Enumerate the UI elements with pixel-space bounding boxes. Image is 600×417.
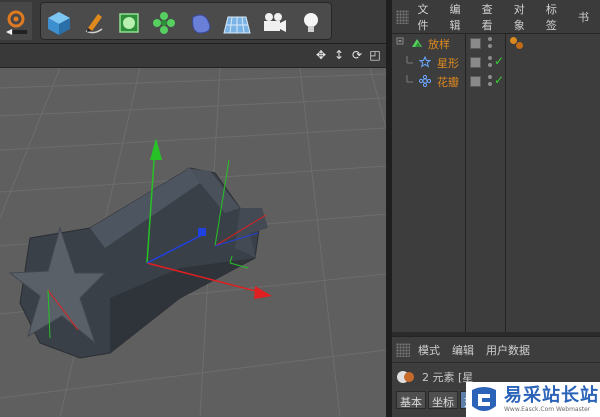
multi-select-icon: [397, 371, 414, 383]
enabled-check-icon[interactable]: ✓: [494, 54, 504, 68]
cloner-icon: [153, 12, 175, 34]
main-toolbar: [0, 0, 390, 44]
viewport-header: ✥ ↕ ⟳ ◰: [0, 44, 386, 68]
viewport-perspective[interactable]: ✥ ↕ ⟳ ◰: [0, 44, 386, 417]
cube-icon: [48, 12, 70, 35]
watermark-url: Www.Easck.Com Webmaster: [504, 406, 591, 413]
menu-edit[interactable]: 编辑: [452, 342, 474, 358]
tree-line-icon: [406, 75, 413, 83]
object-name-loft[interactable]: 放样: [428, 36, 450, 52]
object-row-loft[interactable]: 放样: [392, 34, 600, 53]
toggle-layout-icon[interactable]: ◰: [368, 48, 382, 62]
menu-file[interactable]: 文件: [417, 1, 438, 33]
viewport-nav-icons: ✥ ↕ ⟳ ◰: [314, 48, 382, 62]
object-name-star[interactable]: 星形: [437, 55, 459, 71]
viewport-scene[interactable]: [0, 68, 386, 417]
star-spline-icon: [419, 56, 431, 68]
flower-spline-icon: [419, 75, 431, 87]
selection-info: 2 元素 [星: [396, 367, 473, 387]
subdivision-icon: [119, 13, 139, 33]
object-manager-menubar: 文件 编辑 查看 对象 标签 书: [392, 0, 600, 34]
pen-icon: [85, 14, 103, 34]
floor-button[interactable]: [221, 6, 253, 40]
cloner-button[interactable]: [148, 6, 180, 40]
menu-tags[interactable]: 标签: [546, 1, 567, 33]
tab-coordinates[interactable]: 坐标: [428, 391, 458, 409]
watermark-title: 易采站长站: [504, 385, 599, 406]
subdivision-button[interactable]: [113, 6, 145, 40]
menu-user-data[interactable]: 用户数据: [486, 342, 530, 358]
rotate-view-icon[interactable]: ⟳: [350, 48, 364, 62]
visibility-dots-icon[interactable]: [486, 55, 494, 69]
object-row-flower[interactable]: 花瓣 ✓: [392, 72, 600, 91]
object-manager: 文件 编辑 查看 对象 标签 书 放样 星形 ✓ 花瓣 ✓: [392, 0, 600, 332]
object-name-flower[interactable]: 花瓣: [437, 74, 459, 90]
deformer-icon: [192, 14, 211, 34]
menu-objects[interactable]: 对象: [514, 1, 535, 33]
attribute-manager-menubar: 模式 编辑 用户数据: [392, 337, 600, 363]
layer-checkbox[interactable]: [470, 76, 481, 87]
object-row-star[interactable]: 星形 ✓: [392, 53, 600, 72]
camera-icon: [264, 13, 286, 32]
enabled-check-icon[interactable]: ✓: [494, 73, 504, 87]
menu-view[interactable]: 查看: [482, 1, 503, 33]
grip-icon[interactable]: [396, 342, 410, 357]
pen-button[interactable]: [78, 6, 110, 40]
move-view-icon[interactable]: ✥: [314, 48, 328, 62]
cube-button[interactable]: [43, 6, 75, 40]
tag-material-icon[interactable]: [516, 42, 523, 49]
tree-line-icon: [406, 56, 413, 64]
light-bulb-icon: [304, 13, 318, 32]
grip-icon[interactable]: [396, 9, 410, 24]
floor-icon: [223, 16, 251, 34]
render-settings-button[interactable]: [0, 2, 32, 40]
deformer-button[interactable]: [185, 6, 217, 40]
light-button[interactable]: [295, 6, 327, 40]
menu-mode[interactable]: 模式: [418, 342, 440, 358]
visibility-dots-icon[interactable]: [486, 74, 494, 88]
camera-button[interactable]: [258, 6, 290, 40]
visibility-dots-icon[interactable]: [486, 36, 494, 50]
tab-basic[interactable]: 基本: [396, 391, 426, 409]
menu-bookmarks[interactable]: 书: [578, 9, 589, 25]
layer-checkbox[interactable]: [470, 38, 481, 49]
watermark-logo-icon: [472, 386, 496, 411]
layer-checkbox[interactable]: [470, 57, 481, 68]
render-settings-icon: [0, 2, 32, 40]
zoom-view-icon[interactable]: ↕: [332, 48, 346, 62]
tree-branch-icon: [396, 37, 404, 45]
object-toolbar-group: [40, 2, 332, 40]
loft-icon: [412, 39, 422, 47]
object-list: 放样 星形 ✓ 花瓣 ✓: [392, 34, 600, 332]
site-watermark: 易采站长站 Www.Easck.Com Webmaster: [466, 382, 600, 417]
menu-edit[interactable]: 编辑: [450, 1, 471, 33]
